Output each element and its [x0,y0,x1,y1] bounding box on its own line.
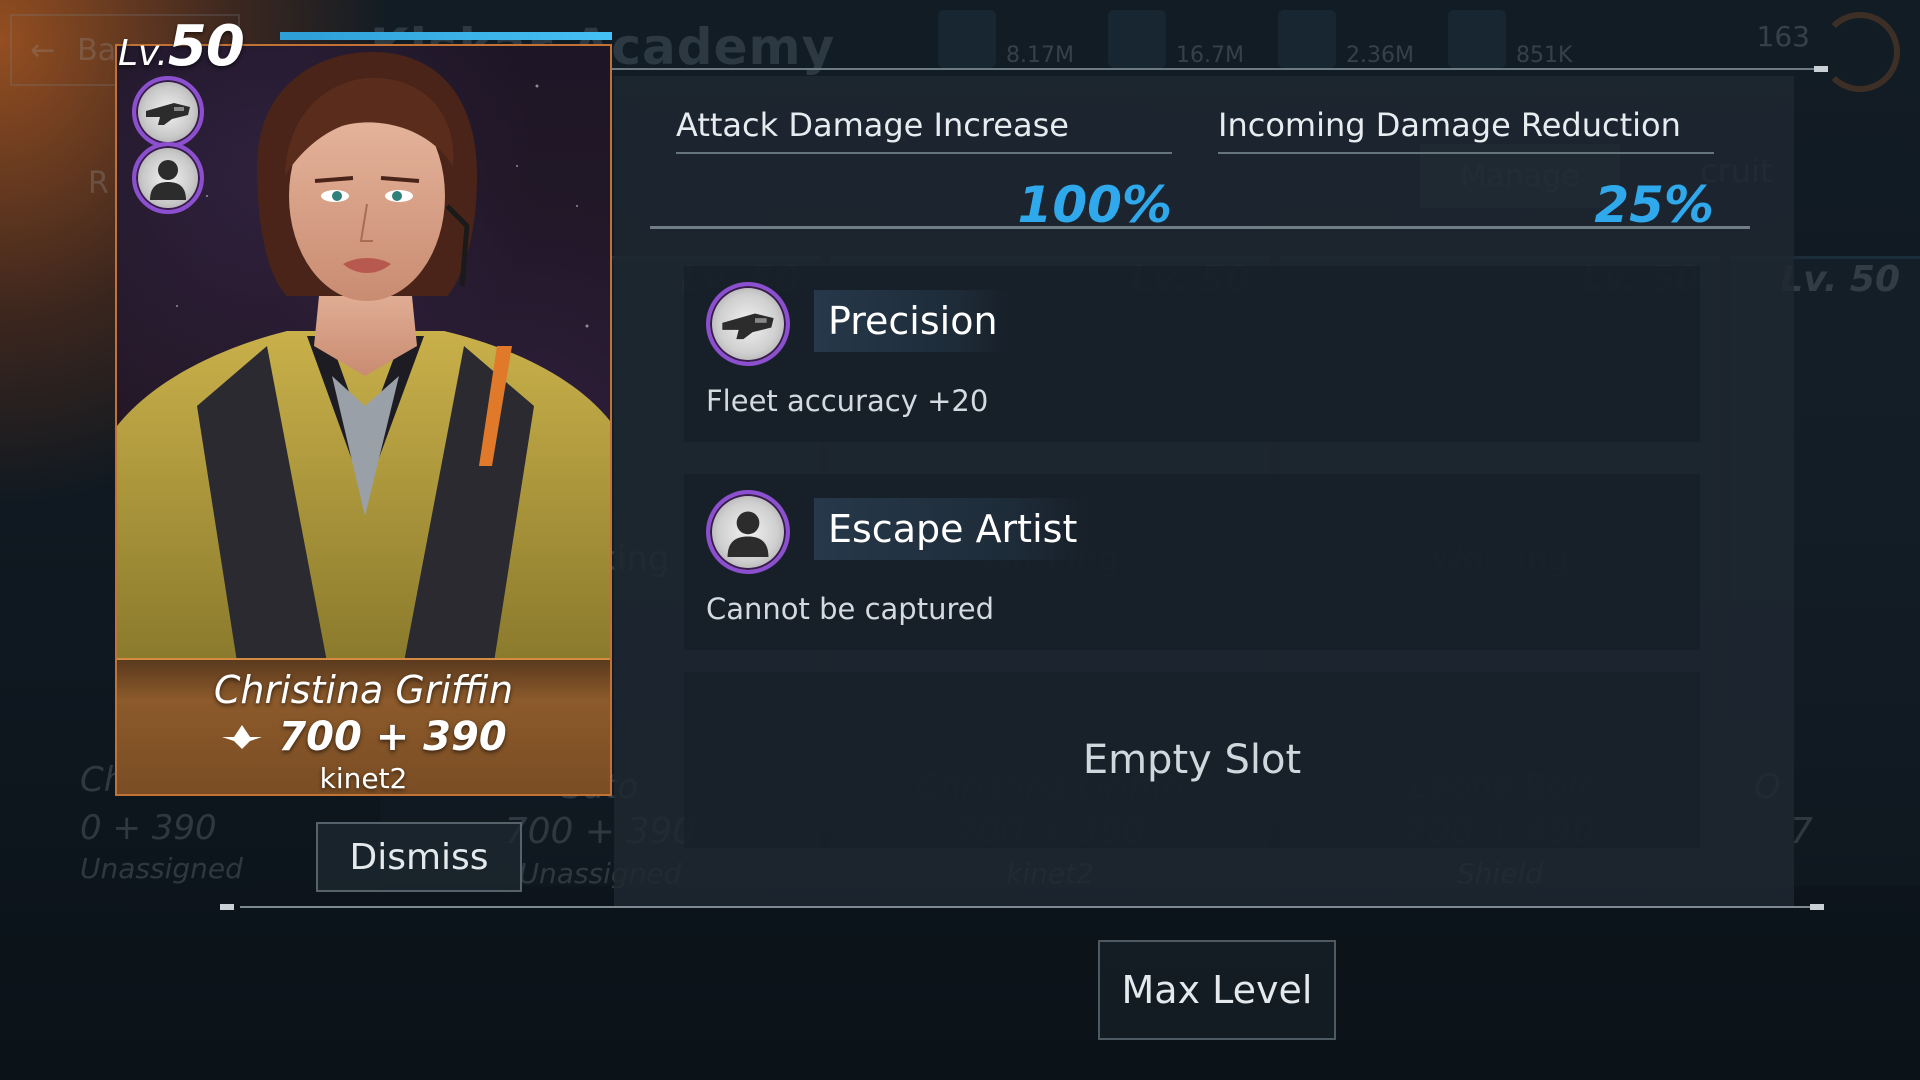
card-precision-skill-icon[interactable] [132,76,204,148]
background-resource: 2.36M [1278,4,1414,68]
game-logo-icon [1820,12,1900,92]
precision-skill-name: Precision [814,290,1012,352]
attack-damage-stat: Attack Damage Increase 100% [676,106,1172,234]
top-divider [600,68,1820,70]
bottom-divider [240,906,1810,908]
resource-value: 2.36M [1346,43,1414,68]
skill-row-precision[interactable]: Precision Fleet accuracy +20 [684,266,1700,442]
incoming-damage-underline [1218,152,1714,154]
officer-power: 700 + 390 [117,714,610,760]
parsteel-icon [938,10,996,68]
background-resource: 8.17M [938,4,1074,68]
dilithium-icon [1278,10,1336,68]
card-escape-artist-skill-icon[interactable] [132,142,204,214]
officer-detail-screen: ← Ba Kiskar Academy 8.17M 16.7M 2.36M 85… [0,0,1920,1080]
empty-skill-slot[interactable]: Empty Slot [684,672,1700,848]
officer-xp-bar [280,32,612,40]
resource-value: 851K [1516,43,1573,68]
attack-damage-label: Attack Damage Increase [676,106,1069,144]
officer-power-value: 700 + 390 [278,714,507,760]
escape-artist-skill-name: Escape Artist [814,498,1092,560]
background-left-card-power: 0 + 390 [80,808,217,848]
officer-level: Lv.50 [118,14,245,79]
officer-details-panel: Attack Damage Increase 100% Incoming Dam… [614,76,1794,906]
background-back-label: Ba [77,32,117,68]
escape-artist-skill-icon [706,490,790,574]
skill-row-escape-artist[interactable]: Escape Artist Cannot be captured [684,474,1700,650]
incoming-damage-label: Incoming Damage Reduction [1218,106,1681,144]
back-arrow-icon: ← [30,32,56,68]
background-card-level: Lv. 50 [1780,259,1900,300]
officer-name: Christina Griffin [213,668,514,712]
background-left-letter: R [88,166,109,201]
incoming-damage-stat: Incoming Damage Reduction 25% [1218,106,1714,234]
top-divider-cap [1814,66,1828,72]
officer-name-plate: Christina Griffin 700 + 390 kinet2 [117,658,610,794]
officer-xp-fill [280,32,612,40]
dismiss-button[interactable]: Dismiss [316,822,522,892]
bottom-divider-cap-right [1810,904,1824,910]
max-level-button[interactable]: Max Level [1098,940,1336,1040]
officer-owner: kinet2 [319,762,408,795]
officer-card: Christina Griffin 700 + 390 kinet2 [115,44,612,796]
resource-value: 16.7M [1176,43,1244,68]
background-left-card-owner: Unassigned [80,852,243,885]
tritanium-icon [1108,10,1166,68]
phaser-rifle-icon [146,103,190,125]
escape-artist-skill-description: Cannot be captured [706,592,994,626]
officer-level-number: 50 [167,14,245,79]
attack-damage-underline [676,152,1172,154]
officer-silhouette-icon [727,511,769,557]
phaser-rifle-icon [722,313,774,340]
background-count: 163 [1756,20,1810,53]
officer-silhouette-icon [150,160,186,200]
background-resource: 851K [1448,4,1572,68]
stats-divider [650,226,1750,229]
background-resource: 16.7M [1108,4,1244,68]
precision-skill-icon [706,282,790,366]
starfleet-insignia-icon [222,725,263,749]
officer-level-prefix: Lv. [118,33,168,74]
bottom-divider-cap-left [220,904,234,910]
resource-value: 8.17M [1006,43,1074,68]
latinum-icon [1448,10,1506,68]
precision-skill-description: Fleet accuracy +20 [706,384,989,418]
